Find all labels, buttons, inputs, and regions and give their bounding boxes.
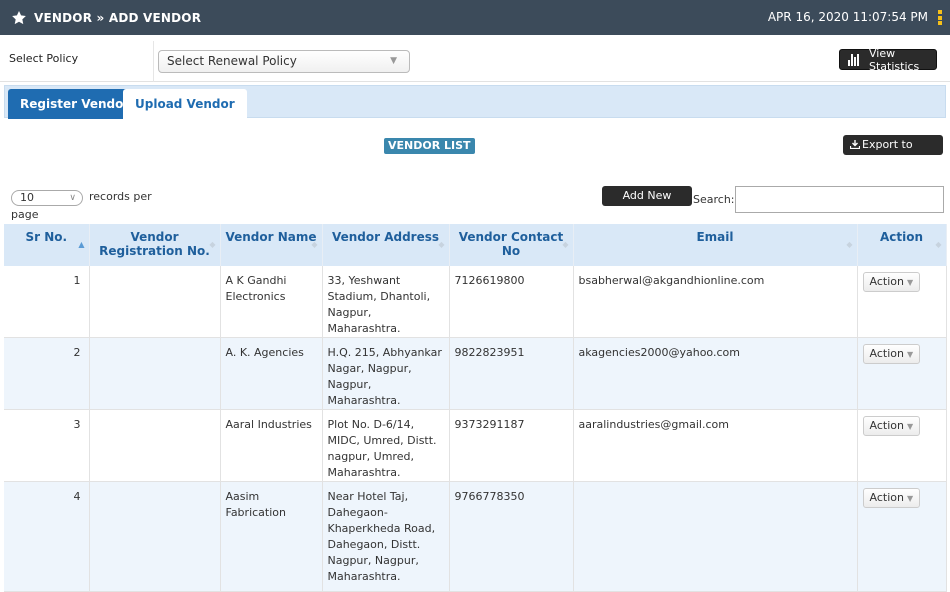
divider [153, 41, 154, 82]
sort-icon: ◆ [846, 240, 853, 249]
action-dropdown-button[interactable]: Action ▼ [862, 416, 921, 436]
cell-action: Action ▼ [857, 409, 947, 482]
records-per-label: records per [89, 190, 152, 203]
download-tray-icon [849, 136, 861, 150]
column-header-email[interactable]: Email ◆ [573, 224, 858, 266]
tab-register-vendor[interactable]: Register Vendor [8, 89, 142, 119]
sort-icon: ◆ [209, 240, 216, 249]
action-dropdown-button[interactable]: Action ▼ [862, 344, 921, 364]
chevron-down-icon: ∨ [69, 193, 76, 203]
table-row: 2 A. K. Agencies H.Q. 215, Abhyankar Nag… [4, 337, 947, 410]
renewal-policy-select[interactable]: Select Renewal Policy ▼ [158, 50, 410, 73]
cell-sr-no: 4 [4, 481, 90, 592]
table-row: 3 Aaral Industries Plot No. D-6/14, MIDC… [4, 409, 947, 482]
cell-vendor-name: A. K. Agencies [220, 337, 323, 410]
page-label: page [11, 208, 39, 221]
cell-registration-no [89, 481, 221, 592]
cell-contact-no: 9766778350 [449, 481, 574, 592]
table-header-row: Sr No. ▲ Vendor Registration No. ◆ Vendor … [4, 224, 947, 266]
vendor-table: Sr No. ▲ Vendor Registration No. ◆ Vendor … [4, 224, 947, 592]
table-row: 1 A K Gandhi Electronics 33, Yeshwant St… [4, 266, 947, 338]
chevron-down-icon: ▼ [906, 350, 914, 359]
cell-action: Action ▼ [857, 266, 947, 338]
title-bar: VENDOR » ADD VENDOR APR 16, 2020 11:07:5… [0, 0, 950, 35]
tab-bar: Register Vendor Upload Vendor [4, 85, 946, 119]
column-header-vendor-name[interactable]: Vendor Name ◆ [220, 224, 323, 266]
search-label: Search: [693, 193, 735, 206]
tab-upload-vendor[interactable]: Upload Vendor [123, 89, 247, 119]
cell-sr-no: 2 [4, 337, 90, 410]
chevron-down-icon: ▼ [906, 494, 914, 503]
cell-vendor-name: Aaral Industries [220, 409, 323, 482]
cell-action: Action ▼ [857, 337, 947, 410]
cell-vendor-address: H.Q. 215, Abhyankar Nagar, Nagpur, Nagpu… [322, 337, 450, 410]
kebab-menu-icon[interactable] [938, 10, 942, 25]
cell-email: akagencies2000@yahoo.com [573, 337, 858, 410]
cell-email [573, 481, 858, 592]
cell-action: Action ▼ [857, 481, 947, 592]
cell-email: aaralindustries@gmail.com [573, 409, 858, 482]
chevron-down-icon: ▼ [906, 278, 914, 287]
policy-label: Select Policy [9, 52, 79, 65]
page-title: VENDOR » ADD VENDOR [34, 10, 202, 25]
records-per-page-select[interactable]: 10 ∨ [11, 190, 83, 206]
cell-vendor-address: Plot No. D-6/14, MIDC, Umred, Distt. nag… [322, 409, 450, 482]
cell-registration-no [89, 409, 221, 482]
sort-icon: ◆ [311, 240, 318, 249]
cell-vendor-address: Near Hotel Taj, Dahegaon-Khaperkheda Roa… [322, 481, 450, 592]
action-dropdown-button[interactable]: Action ▼ [862, 272, 921, 292]
column-header-sr-no[interactable]: Sr No. ▲ [4, 224, 90, 266]
column-header-contact-no[interactable]: Vendor Contact No ◆ [449, 224, 574, 266]
cell-sr-no: 1 [4, 266, 90, 338]
cell-contact-no: 9822823951 [449, 337, 574, 410]
sort-icon: ◆ [562, 240, 569, 249]
chevron-down-icon: ▼ [906, 422, 914, 431]
policy-row: Select Policy [0, 35, 950, 82]
datetime: APR 16, 2020 11:07:54 PM [767, 10, 928, 24]
cell-email: bsabherwal@akgandhionline.com [573, 266, 858, 338]
search-input[interactable] [735, 186, 944, 213]
add-new-vendor-button[interactable]: Add New Vendor [602, 186, 692, 222]
chevron-down-icon: ▼ [390, 56, 397, 66]
cell-contact-no: 9373291187 [449, 409, 574, 482]
table-row: 4 Aasim Fabrication Near Hotel Taj, Dahe… [4, 481, 947, 592]
vendor-list-label: VENDOR LIST [384, 138, 475, 154]
export-to-excel-button[interactable]: Export to Excel [843, 135, 943, 171]
cell-registration-no [89, 266, 221, 338]
cell-vendor-name: A K Gandhi Electronics [220, 266, 323, 338]
view-statistics-label: View Statistics [869, 46, 920, 73]
sort-icon: ◆ [438, 240, 445, 249]
action-dropdown-button[interactable]: Action ▼ [862, 488, 921, 508]
sort-icon: ◆ [935, 240, 942, 249]
column-header-action[interactable]: Action ◆ [857, 224, 947, 266]
view-statistics-button[interactable]: View Statistics [839, 46, 937, 73]
cell-vendor-address: 33, Yeshwant Stadium, Dhantoli, Nagpur, … [322, 266, 450, 338]
renewal-policy-value: Select Renewal Policy [167, 54, 297, 68]
sort-asc-icon: ▲ [78, 240, 85, 249]
cell-registration-no [89, 337, 221, 410]
column-header-vendor-address[interactable]: Vendor Address ◆ [322, 224, 450, 266]
bar-chart-icon [848, 53, 860, 66]
column-header-registration-no[interactable]: Vendor Registration No. ◆ [89, 224, 221, 266]
cell-vendor-name: Aasim Fabrication [220, 481, 323, 592]
records-per-page-value: 10 [20, 191, 34, 204]
cell-contact-no: 7126619800 [449, 266, 574, 338]
star-icon [4, 10, 34, 26]
cell-sr-no: 3 [4, 409, 90, 482]
